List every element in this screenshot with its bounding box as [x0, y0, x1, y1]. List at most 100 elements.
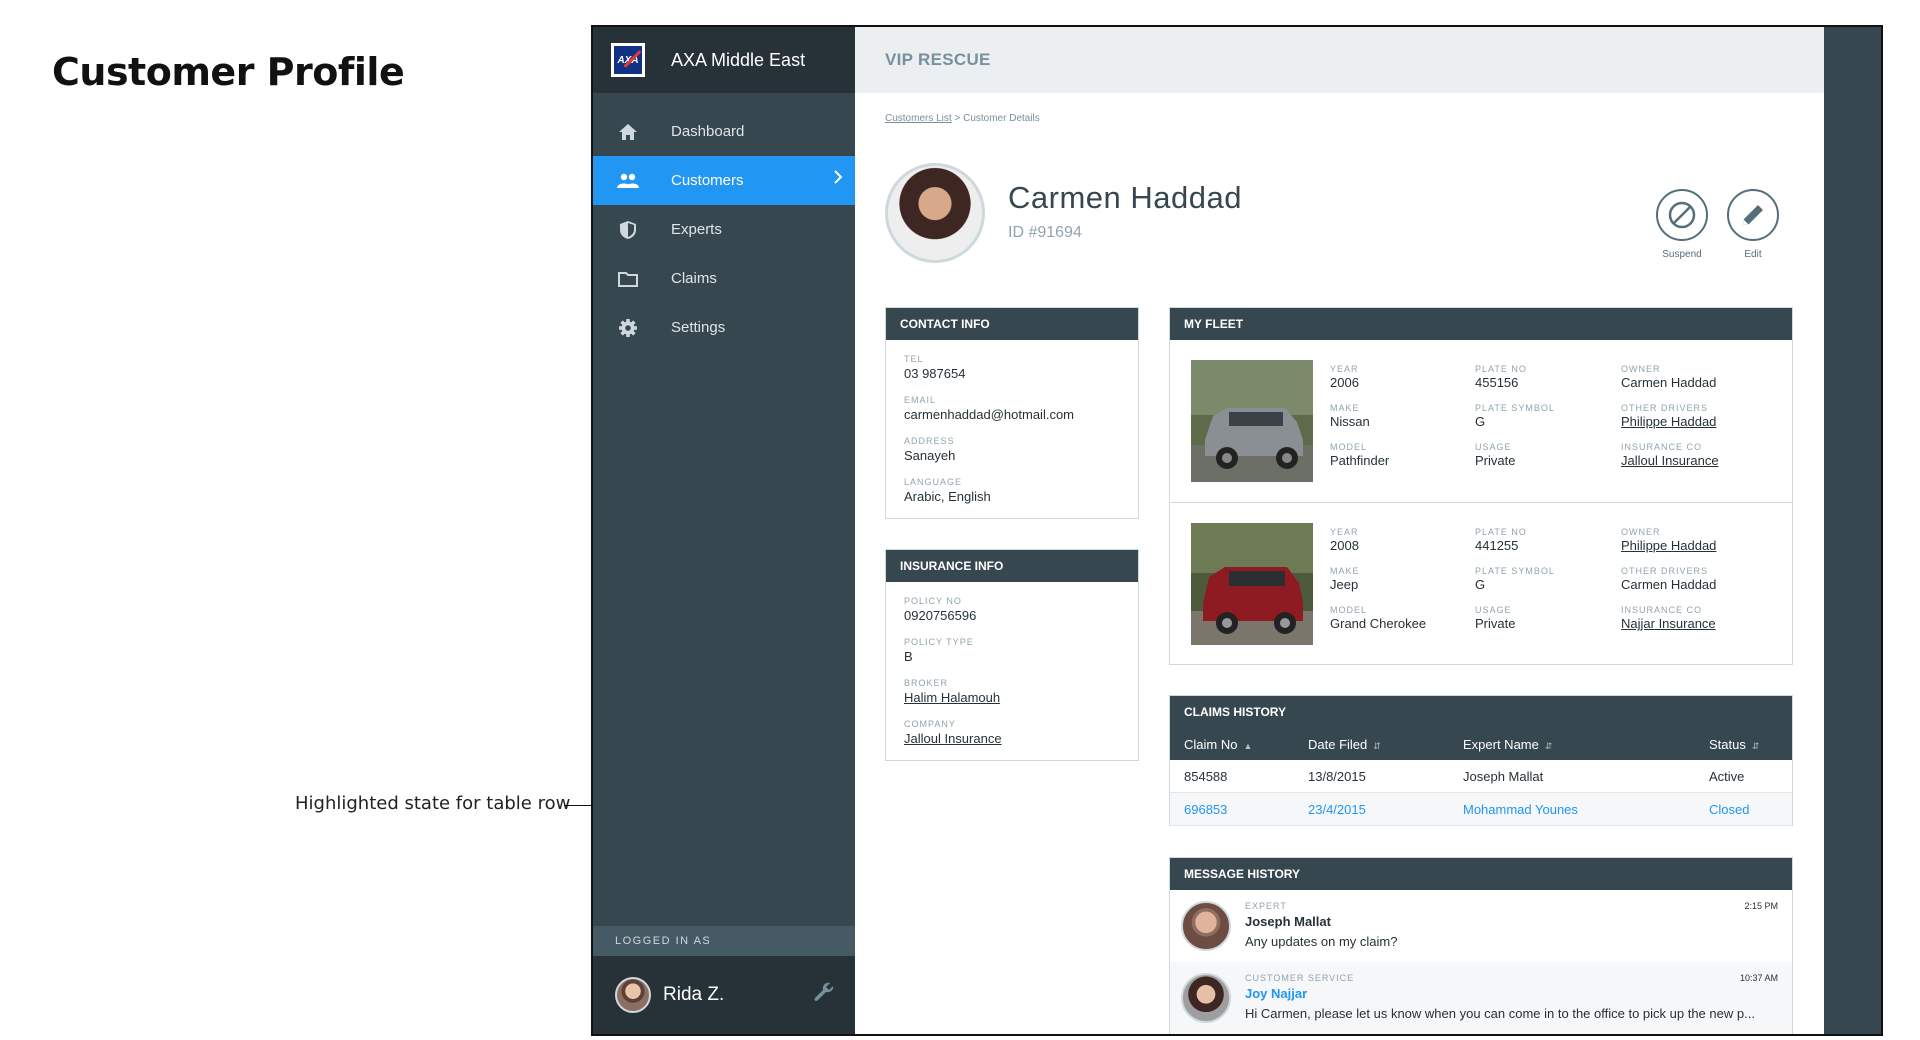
- field-label: EMAIL: [904, 395, 937, 405]
- home-icon: [617, 121, 639, 143]
- field-label: OTHER DRIVERS: [1621, 566, 1709, 576]
- owner-link[interactable]: Philippe Haddad: [1621, 538, 1716, 553]
- claim-status: Active: [1709, 768, 1745, 784]
- vehicle-make: Jeep: [1330, 577, 1359, 592]
- claim-date: 13/8/2015: [1308, 768, 1366, 784]
- message-role: EXPERT: [1245, 901, 1287, 911]
- insurance-info-title: INSURANCE INFO: [886, 550, 1138, 582]
- column-header-expert-name[interactable]: Expert Name ⇵: [1463, 737, 1552, 752]
- sidebar-item-label: Experts: [671, 221, 722, 238]
- sidebar-item-claims[interactable]: Claims: [593, 254, 855, 303]
- logged-in-label: LOGGED IN AS: [593, 926, 855, 956]
- folder-icon: [617, 268, 639, 290]
- field-label: MODEL: [1330, 605, 1368, 615]
- shield-icon: [617, 219, 639, 241]
- sidebar-item-label: Customers: [671, 172, 744, 189]
- field-label: OWNER: [1621, 364, 1661, 374]
- sort-icon: ⇵: [1544, 740, 1553, 751]
- wrench-icon[interactable]: [813, 981, 835, 1008]
- breadcrumb-link-customers[interactable]: Customers List: [885, 113, 952, 124]
- sidebar-item-customers[interactable]: Customers: [593, 156, 855, 205]
- field-value: B: [904, 649, 913, 664]
- avatar: [1181, 901, 1231, 951]
- message-item[interactable]: EXPERT Joseph Mallat Any updates on my c…: [1170, 890, 1792, 962]
- field-label: LANGUAGE: [904, 477, 963, 487]
- edit-button[interactable]: Edit: [1726, 189, 1780, 260]
- claims-history-title: CLAIMS HISTORY: [1170, 696, 1792, 728]
- field-label: MODEL: [1330, 442, 1368, 452]
- insurance-co-link[interactable]: Jalloul Insurance: [1621, 453, 1719, 468]
- insurance-broker: BROKER Halim Halamouh: [904, 678, 1138, 705]
- message-history-card: MESSAGE HISTORY EXPERT Joseph Mallat Any…: [1169, 857, 1793, 1034]
- field-value: Sanayeh: [904, 448, 956, 463]
- suspend-button[interactable]: Suspend: [1655, 189, 1709, 260]
- column-label: Expert Name: [1463, 736, 1539, 752]
- contact-tel: TEL 03 987654: [904, 354, 1138, 381]
- brand-name: AXA Middle East: [671, 49, 806, 70]
- vehicle-owner: Carmen Haddad: [1621, 375, 1717, 390]
- sidebar-item-settings[interactable]: Settings: [593, 303, 855, 352]
- other-driver-link[interactable]: Philippe Haddad: [1621, 414, 1719, 429]
- column-header-date-filed[interactable]: Date Filed ⇵: [1308, 737, 1381, 752]
- vehicle-year: 2008: [1330, 538, 1359, 553]
- insurance-info-card: INSURANCE INFO POLICY NO 0920756596 POLIC…: [885, 549, 1139, 761]
- column-header-claim-no[interactable]: Claim No ▲: [1184, 737, 1252, 752]
- vehicle-usage: Private: [1475, 453, 1516, 468]
- field-label: YEAR: [1330, 364, 1359, 374]
- sidebar-item-experts[interactable]: Experts: [593, 205, 855, 254]
- field-label: USAGE: [1475, 605, 1512, 615]
- field-label: POLICY TYPE: [904, 637, 974, 647]
- sidebar-item-label: Claims: [671, 270, 717, 287]
- top-bar: VIP RESCUE: [855, 27, 1824, 93]
- sidebar-item-label: Dashboard: [671, 123, 745, 140]
- edit-label: Edit: [1744, 249, 1762, 260]
- current-user[interactable]: Rida Z.: [593, 956, 855, 1034]
- contact-language: LANGUAGE Arabic, English: [904, 477, 1138, 504]
- vehicle-col-3: OWNER Carmen Haddad OTHER DRIVERS Philippe…: [1621, 364, 1719, 481]
- claim-date: 23/4/2015: [1308, 801, 1366, 817]
- vehicle-other-drivers: Carmen Haddad: [1621, 577, 1717, 592]
- claim-expert: Joseph Mallat: [1463, 768, 1544, 784]
- sort-icon: ⇵: [1751, 740, 1760, 751]
- annotation-text: Highlighted state for table row: [295, 793, 571, 814]
- contact-info-card: CONTACT INFO TEL 03 987654 EMAIL carmenhad…: [885, 307, 1139, 519]
- sort-icon: ⇵: [1373, 740, 1381, 751]
- app-window: AXA AXA Middle East Dashboard Customers: [591, 25, 1883, 1036]
- message-role: CUSTOMER SERVICE: [1245, 973, 1355, 983]
- insurance-policy-type: POLICY TYPE B: [904, 637, 1138, 664]
- message-history-title: MESSAGE HISTORY: [1170, 858, 1792, 890]
- customer-name: Carmen Haddad: [1008, 180, 1242, 215]
- table-row[interactable]: 854588 13/8/2015 Joseph Mallat Active: [1170, 760, 1792, 793]
- column-header-status[interactable]: Status ⇵: [1709, 737, 1759, 752]
- vehicle-model: Pathfinder: [1330, 453, 1390, 468]
- axa-logo[interactable]: AXA: [611, 43, 645, 77]
- pencil-icon: [1727, 189, 1779, 241]
- claim-no: 854588: [1184, 768, 1228, 784]
- car-photo: [1191, 523, 1313, 645]
- sidebar-item-dashboard[interactable]: Dashboard: [593, 107, 855, 156]
- message-sender: Joy Najjar: [1245, 986, 1308, 1001]
- field-label: INSURANCE CO: [1621, 442, 1703, 452]
- car-photo: [1191, 360, 1313, 482]
- field-label: INSURANCE CO: [1621, 605, 1703, 615]
- vehicle-plate-symbol: G: [1475, 414, 1486, 429]
- sidebar: AXA AXA Middle East Dashboard Customers: [593, 27, 855, 1034]
- brand-bar: AXA AXA Middle East: [593, 27, 855, 93]
- insurance-co-link[interactable]: Najjar Insurance: [1621, 616, 1716, 631]
- field-label: PLATE SYMBOL: [1475, 403, 1555, 413]
- column-label: Claim No: [1184, 736, 1238, 752]
- user-name: Rida Z.: [663, 984, 725, 1005]
- vehicle-year: 2006: [1330, 375, 1359, 390]
- table-row-highlighted[interactable]: 696853 23/4/2015 Mohammad Younes Closed: [1170, 793, 1792, 826]
- company-link[interactable]: Jalloul Insurance: [904, 731, 1138, 746]
- contact-address: ADDRESS Sanayeh: [904, 436, 1138, 463]
- broker-link[interactable]: Halim Halamouh: [904, 690, 1138, 705]
- main-content: VIP RESCUE Customers List > Customer Det…: [855, 27, 1824, 1034]
- message-item[interactable]: CUSTOMER SERVICE Joy Najjar Hi Carmen, p…: [1170, 962, 1792, 1034]
- vehicle-2: YEAR 2008 MAKE Jeep MODEL Grand Cherokee PL…: [1170, 502, 1792, 664]
- field-label: TEL: [904, 354, 924, 364]
- axa-logo-mark: AXA: [614, 46, 642, 74]
- breadcrumb: Customers List > Customer Details: [885, 113, 1040, 124]
- insurance-policy-no: POLICY NO 0920756596: [904, 596, 1138, 623]
- field-value: 03 987654: [904, 366, 966, 381]
